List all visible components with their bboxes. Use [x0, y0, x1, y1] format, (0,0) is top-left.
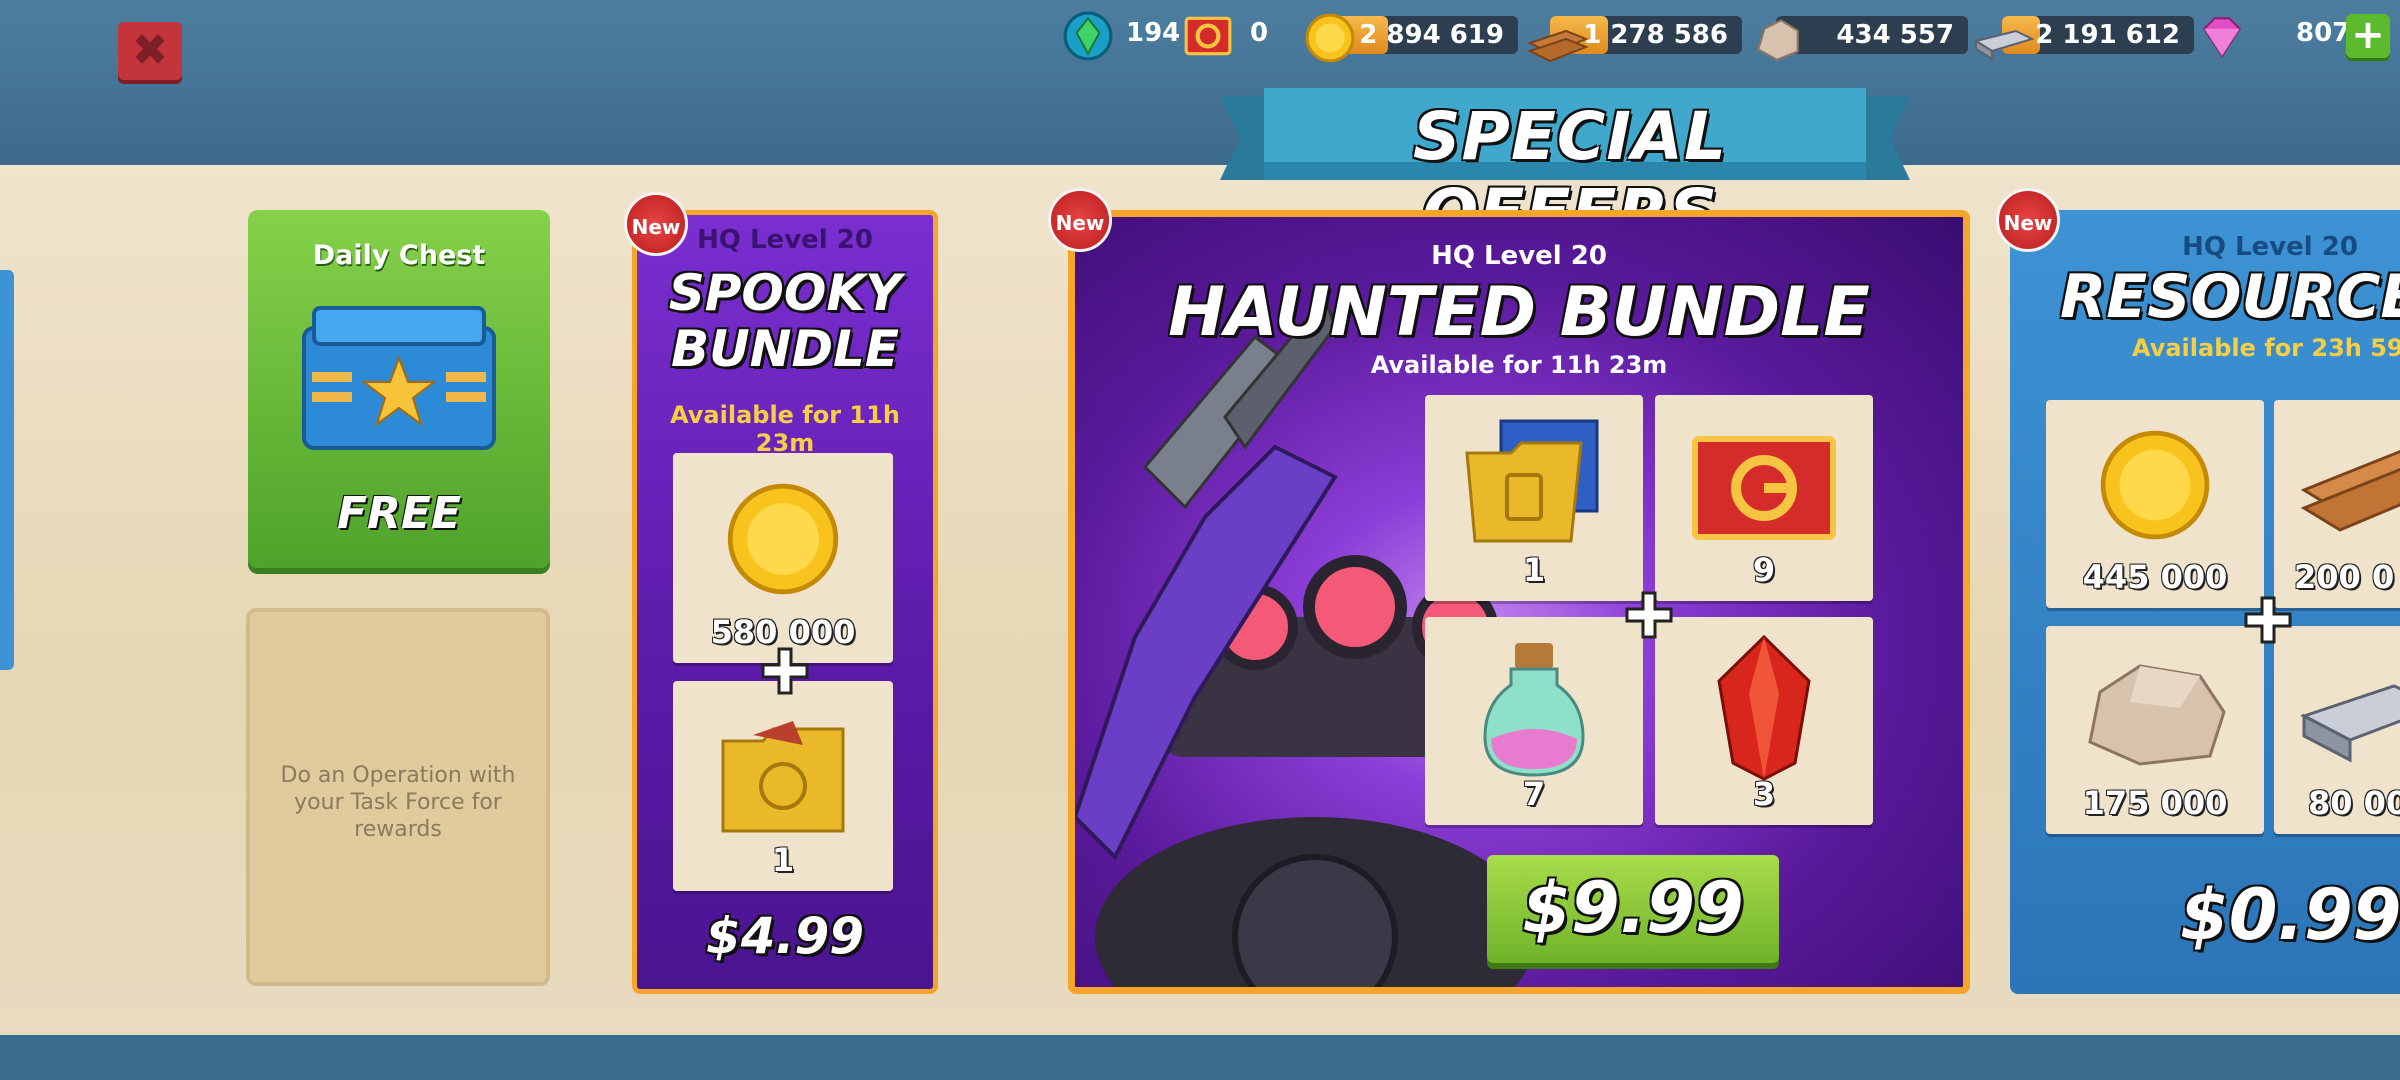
spooky-title-line1: SPOOKY: [668, 264, 902, 322]
haunted-hq-level: HQ Level 20: [1431, 241, 1607, 271]
intel-value: 0: [1250, 18, 1269, 48]
previous-offer-edge[interactable]: [0, 270, 14, 670]
spooky-price[interactable]: $4.99: [637, 907, 933, 965]
spooky-title-line2: BUNDLE: [670, 320, 900, 378]
gold-coin-icon: [2100, 430, 2210, 540]
spooky-gold-tile: 580 000: [673, 453, 893, 663]
haunted-bundle-card[interactable]: HQ Level 20 HAUNTED BUNDLE Available for…: [1068, 210, 1970, 994]
resource-stone-amount: 175 000: [2082, 784, 2228, 822]
daily-chest-free-label: FREE: [336, 488, 462, 539]
haunted-gear-amount: 9: [1752, 551, 1776, 589]
intel-gear-icon: [1184, 16, 1232, 56]
operation-card: Do an Operation with your Task Force for…: [246, 608, 550, 986]
spooky-available: Available for 11h 23m: [670, 401, 900, 457]
operation-text: Do an Operation with your Task Force for…: [280, 763, 516, 842]
spooky-folder-tile: 1: [673, 681, 893, 891]
gold-value: 2 894 619: [1359, 20, 1504, 50]
iron-ingot-icon: [1973, 29, 2035, 61]
resource-iron-tile: 80 00: [2274, 626, 2400, 834]
stone-value: 434 557: [1836, 20, 1954, 50]
power-value: 194: [1126, 18, 1181, 48]
plus-icon: [2244, 596, 2292, 644]
haunted-title: HAUNTED BUNDLE: [1168, 273, 1870, 352]
gold-coin-icon: [1305, 13, 1355, 63]
haunted-gear-tile: 9: [1655, 395, 1873, 601]
resource-iron-amount: 80 00: [2308, 784, 2400, 822]
potion-icon: [1483, 643, 1585, 777]
gold-coin-icon: [727, 483, 839, 595]
folder-icon: [721, 721, 845, 833]
bottom-bar: [0, 1035, 2400, 1080]
wood-icon: [2300, 449, 2400, 532]
haunted-blueprint-tile: 1: [1425, 395, 1643, 601]
resource-bundle-card[interactable]: HQ Level 20 RESOURCE BUN Available for 2…: [2010, 210, 2400, 994]
close-button[interactable]: ✖: [118, 22, 182, 80]
daily-chest-card[interactable]: Daily Chest FREE: [248, 210, 550, 568]
diamond-icon: [2202, 17, 2242, 58]
plus-icon: [1625, 591, 1673, 639]
resource-price[interactable]: $0.99: [2180, 874, 2400, 956]
resource-stone-tile: 175 000: [2046, 626, 2264, 834]
diamonds-value: 807: [2296, 18, 2351, 48]
daily-chest-title: Daily Chest: [312, 240, 486, 271]
resource-new-badge: New: [1996, 188, 2060, 252]
resource-available: Available for 23h 59m: [2132, 334, 2400, 362]
stone-icon: [2088, 664, 2226, 766]
haunted-potion-amount: 7: [1522, 775, 1546, 813]
haunted-crystal-amount: 3: [1752, 775, 1776, 813]
iron-value: 2 191 612: [2035, 20, 2180, 50]
haunted-price: $9.99: [1522, 867, 1744, 949]
haunted-available: Available for 11h 23m: [1370, 351, 1668, 379]
iron-ingot-icon: [2300, 684, 2400, 763]
spooky-folder-amount: 1: [771, 841, 795, 879]
resource-wood-tile: 200 0: [2274, 400, 2400, 608]
power-gem-icon: [1063, 11, 1113, 61]
stone-resource: 434 557: [1776, 16, 1968, 54]
blueprint-folder-icon: [1465, 419, 1599, 543]
resource-hq-level: HQ Level 20: [2182, 232, 2358, 262]
spooky-new-badge: New: [624, 192, 688, 256]
wood-icon: [1527, 29, 1589, 63]
red-crystal-icon: [1717, 634, 1811, 781]
gear-card-icon: [1692, 436, 1836, 540]
haunted-potion-tile: 7: [1425, 617, 1643, 825]
haunted-new-badge: New: [1048, 188, 1112, 252]
spooky-bundle-card[interactable]: HQ Level 20 SPOOKY BUNDLE Available for …: [632, 210, 938, 994]
resource-wood-amount: 200 0: [2294, 558, 2395, 596]
add-diamonds-button[interactable]: +: [2346, 14, 2390, 58]
resource-title: RESOURCE BUN: [2060, 262, 2400, 332]
resource-gold-amount: 445 000: [2082, 558, 2228, 596]
haunted-crystal-tile: 3: [1655, 617, 1873, 825]
stone-icon: [1757, 19, 1799, 61]
wood-value: 1 278 586: [1583, 20, 1728, 50]
chest-icon: [302, 306, 496, 450]
plus-icon: [761, 647, 809, 695]
haunted-blueprint-amount: 1: [1522, 551, 1546, 589]
resource-gold-tile: 445 000: [2046, 400, 2264, 608]
haunted-price-button[interactable]: $9.99: [1487, 855, 1779, 963]
